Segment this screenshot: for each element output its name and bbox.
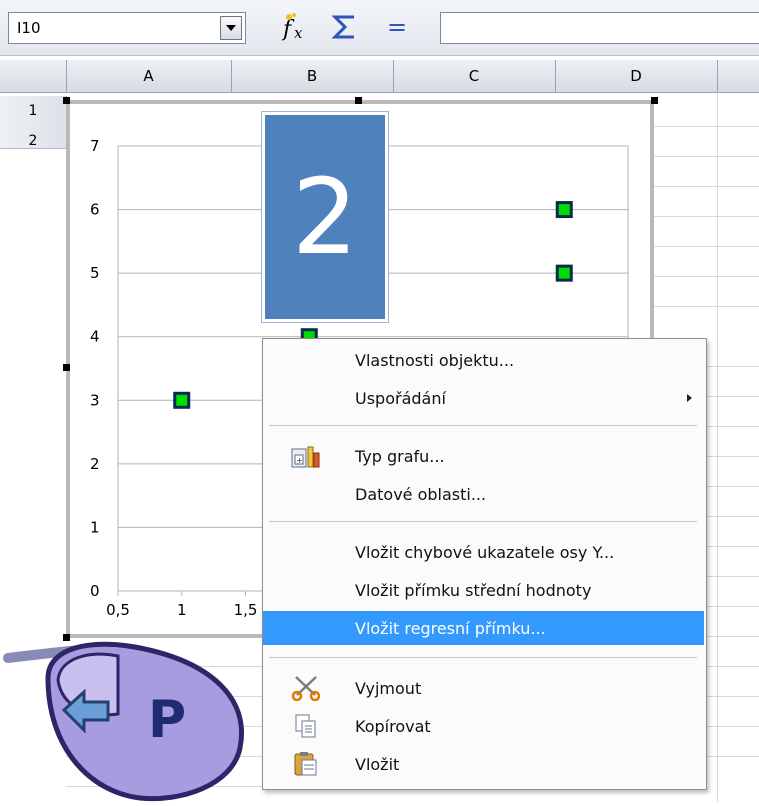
equals-button[interactable]: = — [380, 12, 414, 42]
mouse-right-click-icon — [3, 641, 244, 802]
column-headers: A B C D — [0, 60, 759, 93]
menu-item-label: Vložit přímku střední hodnoty — [355, 581, 592, 600]
y-tick-label: 4 — [90, 328, 100, 346]
y-tick-label: 1 — [90, 518, 100, 536]
x-tick-label: 1 — [177, 601, 187, 619]
menu-separator — [269, 425, 697, 426]
svg-text:f: f — [281, 17, 295, 42]
menu-item-label: Vyjmout — [355, 679, 422, 698]
mouse-overlay: P — [0, 628, 260, 802]
menu-item-label: Typ grafu... — [355, 447, 445, 466]
menu-item-cut[interactable]: Vyjmout — [263, 671, 704, 705]
name-box-dropdown-button[interactable] — [220, 16, 242, 40]
menu-item-copy[interactable]: Kopírovat — [263, 709, 704, 743]
name-box[interactable]: I10 — [8, 12, 246, 44]
menu-item-data-ranges[interactable]: Datové oblasti... — [263, 477, 704, 511]
context-menu: Vlastnosti objektu... Uspořádání + Typ g… — [262, 338, 707, 790]
menu-item-y-error-bars[interactable]: Vložit chybové ukazatele osy Y... — [263, 535, 704, 569]
menu-item-label: Vložit chybové ukazatele osy Y... — [355, 543, 615, 562]
column-header-d[interactable]: D — [555, 60, 718, 92]
menu-item-paste[interactable]: Vložit — [263, 747, 704, 781]
y-tick-label: 3 — [90, 391, 100, 409]
y-tick-label: 7 — [90, 137, 100, 155]
y-tick-label: 0 — [90, 582, 100, 600]
selection-handle[interactable] — [63, 364, 70, 371]
menu-item-trend-line[interactable]: Vložit regresní přímku... — [263, 611, 704, 645]
sum-icon[interactable] — [328, 12, 362, 42]
menu-item-mean-line[interactable]: Vložit přímku střední hodnoty — [263, 573, 704, 607]
menu-item-label: Kopírovat — [355, 717, 431, 736]
slide-number-badge: 2 — [262, 112, 388, 322]
menu-item-properties[interactable]: Vlastnosti objektu... — [263, 343, 704, 377]
selection-handle[interactable] — [355, 97, 362, 104]
name-box-value: I10 — [17, 19, 41, 37]
x-tick-label: 1,5 — [234, 601, 258, 619]
x-tick-label: 0,5 — [106, 601, 130, 619]
y-tick-label: 2 — [90, 455, 100, 473]
formula-toolbar: I10 f x = — [0, 0, 759, 56]
menu-item-arrange[interactable]: Uspořádání — [263, 381, 704, 415]
select-all-corner[interactable] — [0, 60, 67, 92]
column-header-a[interactable]: A — [66, 60, 232, 92]
row-header-1[interactable]: 1 — [0, 96, 67, 127]
menu-item-label: Vložit regresní přímku... — [355, 619, 546, 638]
copy-icon — [291, 713, 321, 739]
menu-item-label: Uspořádání — [355, 389, 446, 408]
y-tick-label: 5 — [90, 264, 100, 282]
paste-icon — [291, 751, 321, 777]
scissors-icon — [291, 675, 321, 701]
chart-type-icon: + — [291, 443, 321, 469]
svg-text:x: x — [294, 24, 303, 42]
chevron-down-icon — [226, 24, 236, 31]
mouse-overlay-letter: P — [148, 690, 187, 750]
formula-input[interactable] — [440, 12, 759, 44]
selection-handle[interactable] — [651, 97, 658, 104]
function-wizard-icon[interactable]: f x — [278, 12, 318, 42]
svg-text:+: + — [296, 456, 303, 465]
column-header-c[interactable]: C — [393, 60, 556, 92]
column-header-b[interactable]: B — [231, 60, 394, 92]
data-point — [173, 391, 191, 409]
selection-handle[interactable] — [63, 97, 70, 104]
menu-item-label: Vložit — [355, 755, 400, 774]
submenu-arrow-icon — [687, 394, 692, 402]
y-tick-label: 6 — [90, 201, 100, 219]
data-point — [555, 264, 573, 282]
menu-item-label: Vlastnosti objektu... — [355, 351, 515, 370]
row-header-2[interactable]: 2 — [0, 126, 67, 149]
menu-separator — [269, 521, 697, 522]
data-point — [555, 201, 573, 219]
menu-separator — [269, 657, 697, 658]
menu-item-label: Datové oblasti... — [355, 485, 487, 504]
menu-item-chart-type[interactable]: + Typ grafu... — [263, 439, 704, 473]
